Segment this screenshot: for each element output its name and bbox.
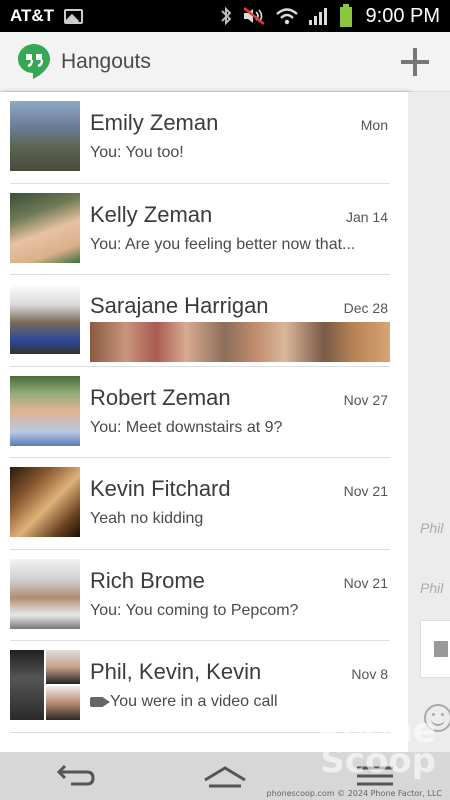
- avatar: [10, 284, 80, 354]
- avatar: [10, 192, 80, 263]
- conversation-row[interactable]: Emily Zeman Mon You: You too!: [10, 92, 390, 184]
- avatar: [10, 101, 80, 171]
- carrier-label: AT&T: [10, 6, 55, 25]
- conversation-date: Nov 21: [343, 483, 388, 499]
- message-snippet: You: You too!: [90, 144, 184, 161]
- conversation-row[interactable]: Kelly Zeman Jan 14 You: Are you feeling …: [10, 184, 390, 275]
- message-snippet: You: You coming to Pepcom?: [90, 601, 299, 619]
- avatar: [10, 375, 80, 446]
- conversation-row[interactable]: Kevin Fitchard Nov 21 Yeah no kidding: [10, 458, 390, 550]
- hangouts-logo-icon: [18, 44, 50, 79]
- message-snippet: You: Are you feeling better now that...: [90, 235, 356, 253]
- photo-preview: [90, 322, 390, 362]
- avatar: [10, 558, 80, 629]
- message-snippet: You: Meet downstairs at 9?: [90, 418, 283, 436]
- video-call-text: You were in a video call: [110, 693, 278, 710]
- status-icons: 9:00 PM: [219, 4, 440, 28]
- clock: 9:00 PM: [365, 4, 440, 27]
- bluetooth-icon: [220, 6, 231, 26]
- avatar: [46, 686, 80, 720]
- app-title: Hangouts: [61, 49, 151, 73]
- conversation-date: Mon: [360, 117, 388, 133]
- conversation-date: Nov 21: [343, 574, 388, 591]
- watermark-logo-line: Scoop: [320, 741, 436, 781]
- wifi-icon: [275, 8, 298, 25]
- conversation-pane: Phil Phil: [408, 92, 450, 752]
- home-icon[interactable]: [201, 760, 249, 792]
- app-bar: Hangouts: [0, 32, 450, 92]
- message-snippet: You were in a video call: [90, 693, 390, 711]
- conversation-date: Dec 28: [343, 300, 388, 316]
- participant-label: Phil: [420, 520, 444, 536]
- back-icon[interactable]: [51, 760, 99, 792]
- contact-name: Phil, Kevin, Kevin: [90, 659, 262, 684]
- signal-icon: [308, 8, 327, 25]
- conversation-date: Nov 8: [351, 666, 388, 682]
- contact-name: Rich Brome: [90, 567, 205, 593]
- status-bar: AT&T 9:00 PM: [0, 0, 450, 32]
- contact-name: Emily Zeman: [90, 110, 219, 135]
- video-camera-icon: [90, 696, 110, 707]
- conversation-date: Jan 14: [345, 208, 388, 225]
- contact-name: Sarajane Harrigan: [90, 293, 269, 318]
- conversation-row[interactable]: Sarajane Harrigan Dec 28: [10, 275, 390, 367]
- conversation-date: Nov 27: [343, 391, 388, 408]
- conversation-row[interactable]: Rich Brome Nov 21 You: You coming to Pep…: [10, 550, 390, 641]
- group-avatar: [10, 650, 80, 720]
- message-snippet: Yeah no kidding: [90, 510, 204, 527]
- conversation-list: Emily Zeman Mon You: You too! Kelly Zema…: [0, 92, 408, 752]
- mute-icon: [242, 7, 265, 25]
- contact-name: Kelly Zeman: [90, 201, 213, 227]
- add-icon[interactable]: [400, 47, 430, 77]
- contact-name: Kevin Fitchard: [90, 476, 231, 501]
- message-input[interactable]: [420, 620, 450, 678]
- avatar: [46, 650, 80, 684]
- participant-label: Phil: [420, 580, 444, 596]
- conversation-row[interactable]: Robert Zeman Nov 27 You: Meet downstairs…: [10, 367, 390, 458]
- avatar: [10, 650, 44, 720]
- contact-name: Robert Zeman: [90, 384, 231, 410]
- avatar: [10, 467, 80, 537]
- battery-icon: [339, 4, 352, 27]
- watermark-logo: Phone Scoop: [316, 714, 436, 778]
- watermark-footer: phonescoop.com © 2024 Phone Factor, LLC: [266, 789, 442, 798]
- image-notification-icon: [64, 8, 84, 24]
